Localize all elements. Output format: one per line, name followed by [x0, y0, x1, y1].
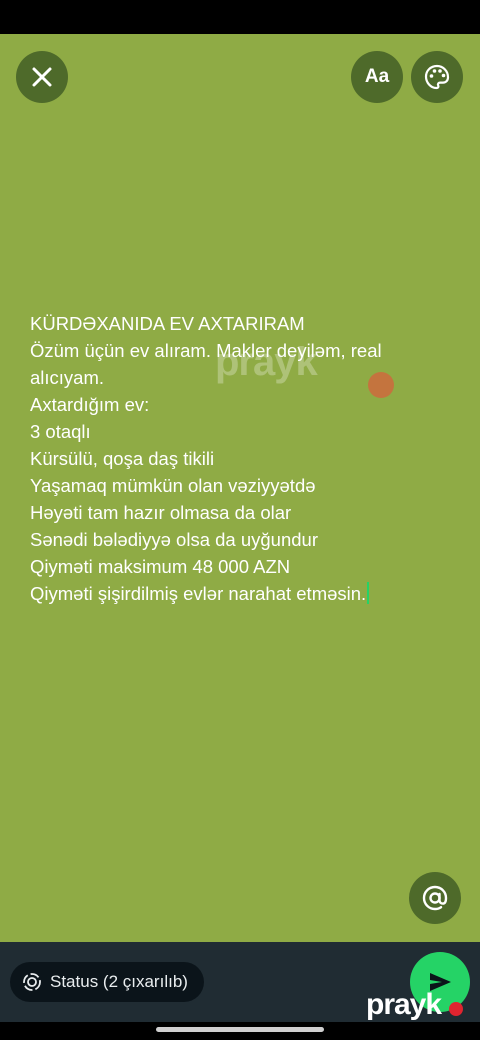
mention-button[interactable] — [409, 872, 461, 924]
status-icon — [23, 973, 41, 991]
story-line: KÜRDƏXANIDA EV AXTARIRAM — [30, 313, 305, 334]
home-indicator[interactable] — [156, 1027, 324, 1032]
story-line: Yaşamaq mümkün olan vəziyyətdə — [30, 475, 316, 496]
at-icon — [422, 885, 448, 911]
system-status-bar — [0, 0, 480, 34]
story-line: Özüm üçün ev alıram. Makler deyiləm, rea… — [30, 340, 382, 361]
story-line: Axtardığım ev: — [30, 394, 150, 415]
text-cursor — [367, 582, 370, 604]
font-style-button[interactable]: Aa — [351, 51, 403, 103]
status-privacy-button[interactable]: Status (2 çıxarılıb) — [10, 962, 204, 1002]
close-icon — [32, 67, 52, 87]
story-line-last: Qiyməti şişirdilmiş evlər narahat etməsi… — [30, 580, 450, 607]
story-line: 3 otaqlı — [30, 421, 91, 442]
story-line: Qiyməti maksimum 48 000 AZN — [30, 556, 291, 577]
story-line: Sənədi bələdiyyə olsa da uyğundur — [30, 529, 318, 550]
status-label: Status (2 çıxarılıb) — [50, 972, 188, 991]
story-line: alıcıyam. — [30, 367, 105, 388]
corner-watermark-logo: prayk — [366, 988, 442, 1021]
story-line: Həyəti tam hazır olmasa da olar — [30, 502, 292, 523]
corner-watermark-dot — [449, 1002, 463, 1016]
story-line-text: Qiyməti şişirdilmiş evlər narahat etməsi… — [30, 583, 367, 604]
color-palette-button[interactable] — [411, 51, 463, 103]
font-style-label: Aa — [364, 66, 390, 87]
story-line: Kürsülü, qoşa daş tikili — [30, 448, 215, 469]
close-button[interactable] — [16, 51, 68, 103]
story-text-editor[interactable]: KÜRDƏXANIDA EV AXTARIRAM Özüm üçün ev al… — [30, 310, 450, 607]
palette-icon — [424, 64, 450, 90]
